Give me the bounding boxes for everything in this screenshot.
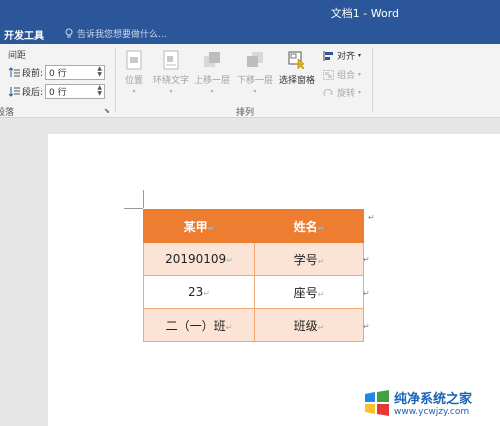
arrange-group-label: 排列	[236, 108, 255, 118]
table-cell[interactable]: 座号↵	[254, 275, 364, 309]
window-title: 文档1 - Word	[330, 7, 399, 20]
table-row: 20190109↵ 学号↵	[143, 242, 364, 276]
send-backward-label: 下移一层	[237, 76, 274, 86]
group-divider	[372, 48, 373, 112]
spacing-label: 间距	[8, 51, 27, 61]
selection-pane-button[interactable]: 选择窗格	[279, 50, 315, 86]
chevron-down-icon: ▾	[253, 88, 257, 95]
spacing-before-row: 段前: 0 行 ▲ ▼	[8, 65, 106, 80]
table-cell[interactable]: 二（一）班↵	[143, 308, 255, 342]
table-row: 23↵ 座号↵	[143, 275, 364, 309]
align-label: 对齐	[337, 52, 356, 62]
windows-logo-icon	[365, 389, 389, 416]
tell-me-search[interactable]: 告诉我您想要做什么...	[65, 27, 167, 40]
title-bar: 文档1 - Word 开发工具 告诉我您想要做什么...	[0, 0, 500, 44]
tell-me-placeholder: 告诉我您想要做什么...	[77, 30, 167, 40]
margin-marker	[124, 208, 143, 209]
chevron-down-icon: ▾	[358, 52, 362, 59]
spacing-before-input[interactable]: 0 行 ▲ ▼	[45, 65, 106, 80]
dialog-launcher-icon[interactable]: ⬊	[104, 107, 110, 115]
selection-pane-label: 选择窗格	[279, 76, 316, 86]
header-cell[interactable]: 某甲↵	[143, 209, 255, 243]
rotate-icon	[323, 88, 333, 96]
spacing-after-value: 0 行	[49, 88, 67, 98]
table-cell[interactable]: 学号↵	[254, 242, 364, 276]
selection-pane-icon	[288, 51, 305, 70]
watermark-logo: 纯净系统之家 www.ycwjzy.com	[364, 388, 472, 417]
send-backward-button[interactable]: 下移一层 ▾	[237, 50, 273, 95]
spacing-after-label: 段后:	[22, 88, 44, 98]
bring-forward-icon	[204, 52, 220, 67]
row-end-mark: ↵	[363, 322, 370, 331]
watermark-url: www.ycwjzy.com	[394, 407, 470, 417]
spinner-arrows-icon[interactable]: ▲ ▼	[97, 85, 102, 97]
spacing-before-value: 0 行	[49, 69, 67, 79]
watermark-name: 纯净系统之家	[394, 392, 473, 407]
wrap-text-icon	[163, 50, 179, 70]
wrap-text-button[interactable]: 环绕文字 ▾	[153, 50, 189, 95]
chevron-down-icon: ▾	[358, 71, 362, 78]
wrap-text-label: 环绕文字	[153, 76, 190, 86]
table-header-row: 某甲↵ 姓名↵	[143, 209, 364, 243]
table-cell[interactable]: 23↵	[143, 275, 255, 309]
chevron-down-icon: ▾	[210, 88, 214, 95]
table-cell[interactable]: 班级↵	[254, 308, 364, 342]
group-divider	[115, 48, 116, 112]
header-cell[interactable]: 姓名↵	[254, 209, 364, 243]
spacing-before-label: 段前:	[22, 69, 44, 79]
position-button[interactable]: 位置 ▾	[125, 50, 143, 95]
spacing-before-icon	[8, 67, 20, 77]
row-end-mark: ↵	[368, 213, 375, 222]
data-table[interactable]: 某甲↵ 姓名↵ 20190109↵ 学号↵ 23↵ 座号↵ 二（一）班↵ 班级↵	[143, 209, 364, 342]
lightbulb-icon	[65, 28, 73, 38]
ribbon: 间距 段前: 0 行 ▲ ▼ 段后: 0 行 ▲ ▼ 段落 ⬊ 位置 ▾ 环绕文…	[0, 44, 500, 118]
paragraph-group-label: 段落	[0, 108, 15, 118]
align-button[interactable]: 对齐 ▾	[323, 49, 361, 62]
margin-marker	[143, 190, 144, 208]
spacing-after-row: 段后: 0 行 ▲ ▼	[8, 84, 106, 99]
group-icon	[323, 69, 334, 80]
chevron-down-icon: ▾	[169, 88, 173, 95]
row-end-mark: ↵	[363, 255, 370, 264]
align-icon	[323, 50, 333, 61]
rotate-label: 旋转	[337, 89, 356, 99]
spacing-after-input[interactable]: 0 行 ▲ ▼	[45, 84, 106, 99]
tab-developer[interactable]: 开发工具	[4, 27, 44, 42]
position-icon	[126, 50, 142, 70]
chevron-down-icon: ▾	[132, 88, 136, 95]
rotate-button[interactable]: 旋转 ▾	[323, 86, 361, 99]
spacing-after-icon	[8, 87, 20, 97]
spinner-arrows-icon[interactable]: ▲ ▼	[97, 66, 102, 78]
table-row: 二（一）班↵ 班级↵	[143, 308, 364, 342]
position-label: 位置	[125, 76, 144, 86]
bring-forward-label: 上移一层	[194, 76, 231, 86]
bring-forward-button[interactable]: 上移一层 ▾	[194, 50, 230, 95]
chevron-down-icon: ▾	[358, 89, 362, 96]
send-backward-icon	[247, 52, 263, 67]
group-button[interactable]: 组合 ▾	[323, 68, 361, 81]
row-end-mark: ↵	[363, 289, 370, 298]
table-cell[interactable]: 20190109↵	[143, 242, 255, 276]
group-label: 组合	[337, 71, 356, 81]
